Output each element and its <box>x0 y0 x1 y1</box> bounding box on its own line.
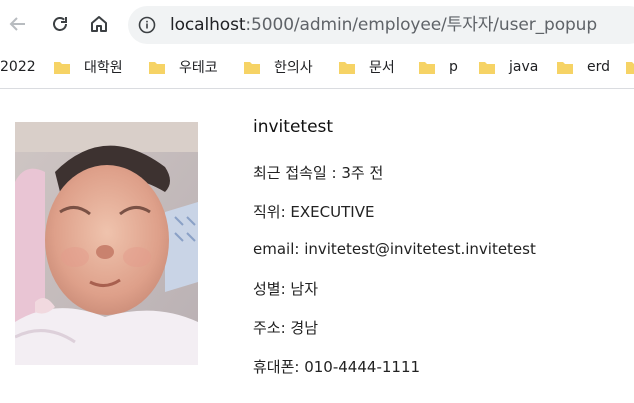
folder-icon <box>626 62 634 74</box>
email-text: email: invitetest@invitetest.invitetest <box>253 240 536 258</box>
folder-icon <box>339 62 355 74</box>
bookmark-folder[interactable]: 대학원 <box>54 56 123 78</box>
bookmark-folder[interactable]: erd <box>557 56 610 78</box>
bookmark-label: 문서 <box>369 60 395 76</box>
address-bar[interactable]: localhost:5000/admin/employee/투자자/user_p… <box>128 6 634 44</box>
url-text[interactable]: localhost:5000/admin/employee/투자자/user_p… <box>170 15 597 35</box>
gender-text: 성별: 남자 <box>253 280 319 298</box>
bookmark-label: 우테코 <box>179 60 218 76</box>
reload-button[interactable] <box>44 8 76 40</box>
bookmark-label: java <box>509 59 539 75</box>
profile-name: invitetest <box>253 117 334 137</box>
arrow-left-icon <box>9 17 25 31</box>
last-login-text: 최근 접속일 : 3주 전 <box>253 164 384 182</box>
bookmarks-bar: 2022 대학원 우테코 한의사 문서 p java erd <box>0 52 634 82</box>
phone-text: 휴대폰: 010-4444-1111 <box>253 358 421 376</box>
folder-icon <box>54 62 70 74</box>
home-icon <box>91 16 107 32</box>
info-icon[interactable] <box>138 16 156 34</box>
bookmark-label: erd <box>587 59 611 75</box>
folder-icon <box>557 62 573 74</box>
url-path: :5000/admin/employee/투자자/user_popup <box>245 15 598 35</box>
reload-icon <box>53 17 67 31</box>
bookmark-folder[interactable]: 한의사 <box>244 56 313 78</box>
bookmark-label: p <box>449 59 458 75</box>
bookmark-label: 대학원 <box>84 60 123 76</box>
bookmark-folder-partial[interactable] <box>626 56 634 78</box>
folder-icon <box>419 62 435 74</box>
browser-toolbar: localhost:5000/admin/employee/투자자/user_p… <box>0 0 634 50</box>
toolbar-divider <box>0 88 634 89</box>
position-text: 직위: EXECUTIVE <box>253 203 375 221</box>
bookmark-label: 2022 <box>0 59 36 75</box>
folder-icon <box>244 62 260 74</box>
bookmark-folder[interactable]: 문서 <box>339 56 395 78</box>
address-text: 주소: 경남 <box>253 319 319 337</box>
bookmark-folder[interactable]: java <box>479 56 538 78</box>
bookmark-folder[interactable]: 우테코 <box>149 56 218 78</box>
bookmark-label: 한의사 <box>274 60 313 76</box>
url-host: localhost <box>170 15 246 35</box>
profile-photo <box>15 122 198 365</box>
back-button[interactable] <box>2 8 34 40</box>
bookmark-folder[interactable]: p <box>419 56 458 78</box>
folder-icon <box>149 62 165 74</box>
bookmark-item[interactable]: 2022 <box>0 56 36 78</box>
folder-icon <box>479 62 495 74</box>
baby-photo-image <box>15 122 198 365</box>
home-button[interactable] <box>83 8 115 40</box>
